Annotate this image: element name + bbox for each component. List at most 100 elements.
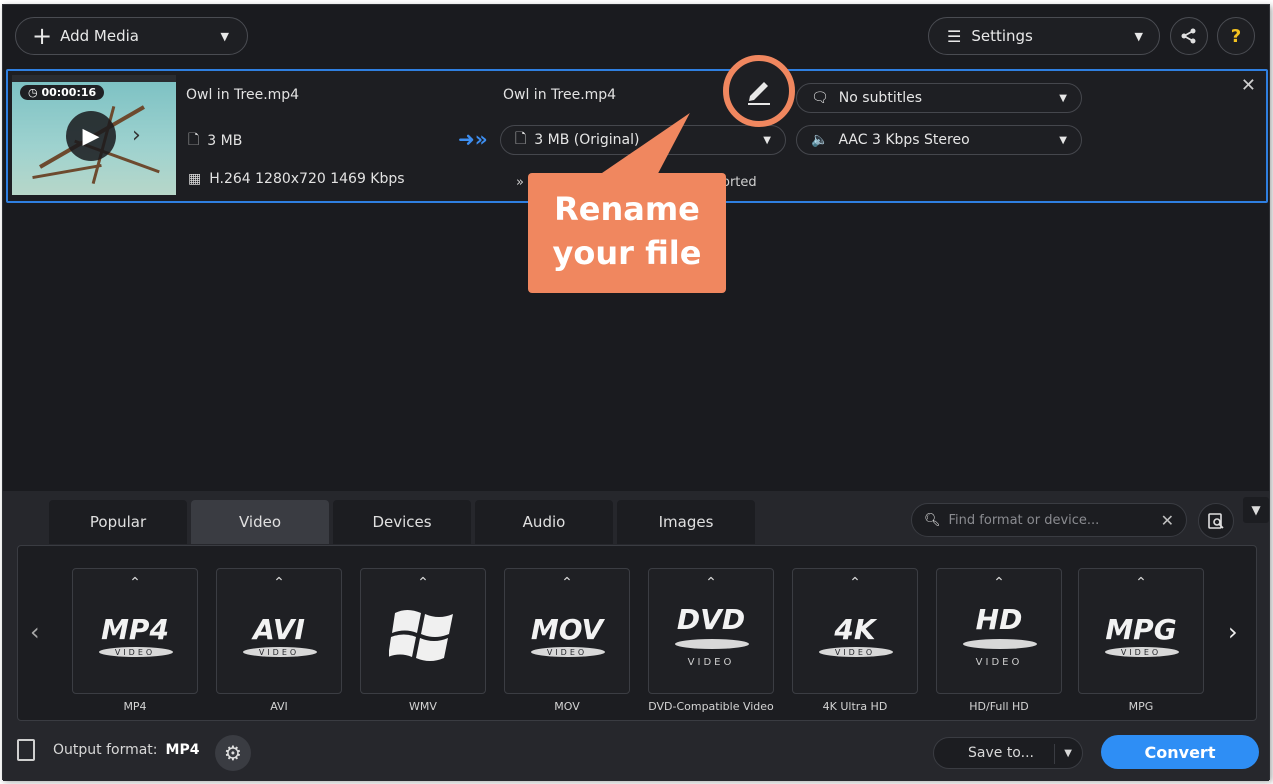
format-logo-hd: HD <box>975 603 1023 636</box>
chevron-down-icon: ▼ <box>1134 29 1143 43</box>
output-settings-button[interactable]: ⚙ <box>215 735 251 771</box>
save-to-label: Save to... <box>968 745 1034 761</box>
share-button[interactable] <box>1170 17 1208 55</box>
convert-button[interactable]: Convert <box>1101 735 1259 769</box>
play-button[interactable]: ▶ <box>66 111 116 161</box>
chevron-down-icon: ▼ <box>220 29 229 43</box>
format-card-4k[interactable]: ⌃ 4K VIDEO <box>792 568 918 694</box>
source-size-text: 3 MB <box>207 133 243 149</box>
format-logo-4k: 4K <box>834 613 876 646</box>
file-icon: 🗋 <box>188 132 200 148</box>
format-label-dvd: DVD-Compatible Video <box>648 700 774 713</box>
pencil-icon <box>748 82 770 105</box>
source-codec-text: H.264 1280x720 1469 Kbps <box>209 171 405 187</box>
callout-line-2: your file <box>552 234 702 272</box>
format-label-mp4: MP4 <box>123 700 147 713</box>
app-window: + Add Media ▼ ☰ Settings ▼ ? ◷ 00:00:16 <box>2 4 1270 781</box>
source-size: 🗋 3 MB <box>188 129 242 153</box>
audio-dropdown[interactable]: 🔈 AAC 3 Kbps Stereo ▼ <box>796 125 1082 155</box>
add-media-label: Add Media <box>60 27 139 45</box>
carousel-next-icon[interactable]: › <box>1228 618 1238 646</box>
format-card-dvd[interactable]: ⌃ DVD VIDEO <box>648 568 774 694</box>
help-button[interactable]: ? <box>1217 17 1255 55</box>
rename-callout: Rename your file <box>528 173 726 293</box>
format-sub-avi: VIDEO <box>258 648 300 657</box>
convert-arrow-icon: ➜» <box>458 127 488 151</box>
output-filename[interactable]: Owl in Tree.mp4 <box>503 87 616 103</box>
chevron-up-icon: ⌃ <box>273 575 285 591</box>
source-filename-text: Owl in Tree.mp4 <box>186 87 300 103</box>
search-icon: 🔍︎ <box>924 512 941 528</box>
format-sub-4k: VIDEO <box>834 648 876 657</box>
format-logo-mp4: MP4 <box>101 613 169 646</box>
settings-button[interactable]: ☰ Settings ▼ <box>928 17 1160 55</box>
collapse-panel-button[interactable]: ▼ <box>1243 497 1269 523</box>
remove-file-icon[interactable]: ✕ <box>1241 75 1256 96</box>
callout-line-1: Rename <box>554 190 700 228</box>
format-carousel: ‹ ⌃ MP4 VIDEO MP4 ⌃ AVI VIDEO AVI ⌃ WMV … <box>17 545 1257 721</box>
rename-button[interactable] <box>723 55 795 127</box>
chevron-up-icon: ⌃ <box>561 575 573 591</box>
file-icon: 🗋 <box>515 131 527 147</box>
chevron-down-icon[interactable]: ▼ <box>1064 748 1072 759</box>
format-logo-mov: MOV <box>530 613 604 646</box>
speech-bubble-icon: 🗨 <box>811 90 829 106</box>
chevron-down-icon: ▼ <box>1059 134 1067 146</box>
audio-text: AAC 3 Kbps Stereo <box>838 132 970 148</box>
windows-logo-icon <box>389 610 453 661</box>
carousel-prev-icon[interactable]: ‹ <box>30 618 40 646</box>
disc-icon <box>675 639 749 649</box>
video-thumbnail[interactable]: ◷ 00:00:16 ▶ › <box>12 75 176 195</box>
format-label-4k: 4K Ultra HD <box>822 700 888 713</box>
format-card-mpg[interactable]: ⌃ MPG VIDEO <box>1078 568 1204 694</box>
format-panel: Popular Video Devices Audio Images 🔍︎ Fi… <box>3 491 1269 781</box>
clear-search-icon[interactable]: ✕ <box>1161 511 1174 530</box>
format-search-input[interactable]: 🔍︎ Find format or device... ✕ <box>911 503 1187 537</box>
status-text: orted <box>722 175 757 190</box>
format-label-avi: AVI <box>270 700 288 713</box>
search-placeholder: Find format or device... <box>948 512 1100 528</box>
subtitles-dropdown[interactable]: 🗨 No subtitles ▼ <box>796 83 1082 113</box>
source-filename: Owl in Tree.mp4 <box>186 87 299 103</box>
detect-device-button[interactable] <box>1198 503 1234 539</box>
format-label-wmv: WMV <box>409 700 437 713</box>
chevron-down-icon: ▼ <box>1251 503 1261 517</box>
tab-audio[interactable]: Audio <box>475 500 613 544</box>
chevron-down-icon: ▼ <box>1059 92 1067 104</box>
duration-text: 00:00:16 <box>41 86 97 99</box>
add-media-button[interactable]: + Add Media ▼ <box>15 17 248 55</box>
duration-badge: ◷ 00:00:16 <box>20 85 105 100</box>
tab-popular[interactable]: Popular <box>49 500 187 544</box>
chevron-right-icon: › <box>132 123 141 148</box>
play-icon: ▶ <box>82 123 100 149</box>
format-label-mpg: MPG <box>1128 700 1154 713</box>
format-logo-avi: AVI <box>253 613 305 646</box>
tab-video[interactable]: Video <box>191 500 329 544</box>
clock-icon: ◷ <box>28 86 42 99</box>
film-icon: ▦ <box>188 171 202 187</box>
format-label-hd: HD/Full HD <box>969 700 1029 713</box>
chevron-up-icon: ⌃ <box>705 575 717 591</box>
format-label-mov: MOV <box>554 700 580 713</box>
settings-label: Settings <box>971 27 1033 45</box>
chevron-up-icon: ⌃ <box>129 575 141 591</box>
tab-images[interactable]: Images <box>617 500 755 544</box>
format-card-mp4[interactable]: ⌃ MP4 VIDEO <box>72 568 198 694</box>
source-codec: ▦ H.264 1280x720 1469 Kbps <box>188 171 405 187</box>
format-card-avi[interactable]: ⌃ AVI VIDEO <box>216 568 342 694</box>
chevron-up-icon: ⌃ <box>1135 575 1147 591</box>
chevron-up-icon: ⌃ <box>417 575 429 591</box>
speaker-icon: 🔈 <box>811 132 829 148</box>
format-card-wmv[interactable]: ⌃ <box>360 568 486 694</box>
subtitles-text: No subtitles <box>838 90 922 106</box>
format-card-mov[interactable]: ⌃ MOV VIDEO <box>504 568 630 694</box>
output-format: Output format: MP4 <box>17 739 199 761</box>
chevron-up-icon: ⌃ <box>993 575 1005 591</box>
gear-icon: ⚙ <box>224 741 242 765</box>
format-logo-dvd: DVD <box>676 603 746 636</box>
save-to-button[interactable]: Save to... ▼ <box>933 737 1083 769</box>
chevron-down-icon: ▼ <box>763 134 771 146</box>
tab-devices[interactable]: Devices <box>333 500 471 544</box>
format-card-hd[interactable]: ⌃ HD VIDEO <box>936 568 1062 694</box>
format-sub-mpg: VIDEO <box>1120 648 1162 657</box>
